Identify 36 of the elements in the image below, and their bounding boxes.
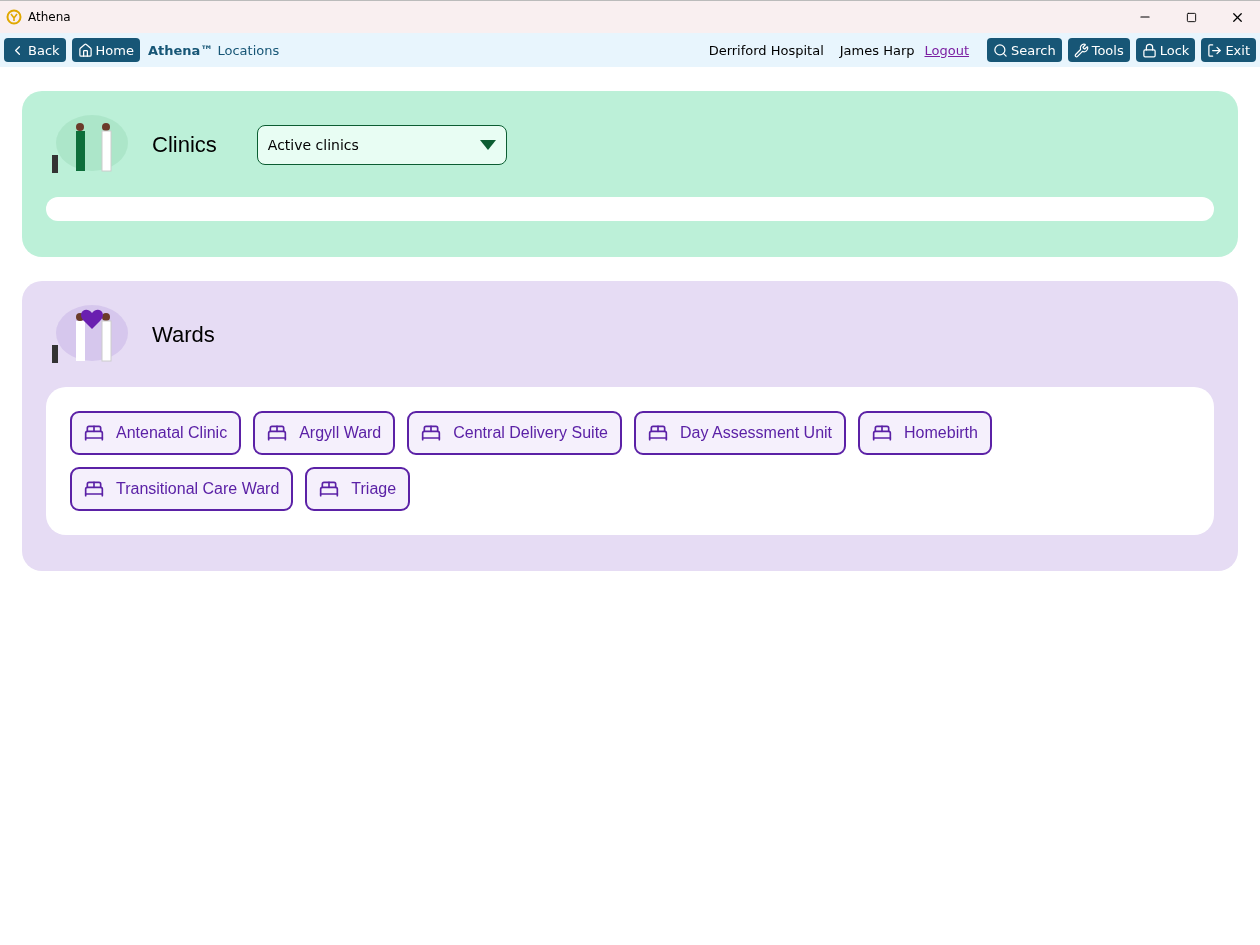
home-icon	[77, 42, 93, 58]
search-icon	[993, 42, 1008, 58]
ward-button[interactable]: Antenatal Clinic	[70, 411, 242, 455]
bed-icon	[648, 423, 668, 443]
section-title: Clinics	[152, 132, 217, 158]
logout-link[interactable]: Logout	[924, 42, 969, 58]
lock-icon	[1141, 42, 1157, 58]
tools-button[interactable]: Tools	[1067, 38, 1130, 62]
window-title: Athena	[28, 10, 72, 24]
bed-icon	[319, 479, 340, 499]
ward-button[interactable]: Day Assessment Unit	[634, 411, 847, 455]
hospital-name: Derriford Hospital	[708, 42, 824, 58]
exit-button[interactable]: Exit	[1201, 38, 1256, 62]
wrench-icon	[1073, 42, 1089, 58]
bed-icon	[84, 423, 104, 443]
bed-icon	[84, 479, 104, 499]
ward-button[interactable]: Argyll Ward	[253, 411, 396, 455]
user-name: James Harp	[839, 42, 915, 58]
exit-icon	[1207, 42, 1223, 58]
ward-button[interactable]: Triage	[305, 467, 411, 511]
page-title: Athena™ Locations	[147, 42, 281, 58]
bed-icon	[872, 423, 893, 443]
ward-button[interactable]: Transitional Care Ward	[70, 467, 294, 511]
clinic-filter-dropdown[interactable]: Active clinics	[256, 125, 507, 165]
bed-icon	[267, 423, 288, 443]
bed-icon	[421, 423, 442, 443]
ward-button[interactable]: Homebirth	[858, 411, 992, 455]
ward-button[interactable]: Central Delivery Suite	[407, 411, 622, 455]
dropdown-triangle-icon	[479, 140, 496, 150]
app-logo-icon	[6, 9, 22, 25]
maximize-icon	[1185, 11, 1197, 23]
lock-button[interactable]: Lock	[1135, 38, 1196, 62]
home-button[interactable]: Home	[71, 38, 140, 62]
back-button[interactable]: Back	[4, 38, 66, 62]
section-title: Wards	[152, 322, 215, 348]
search-button[interactable]: Search	[987, 38, 1062, 62]
